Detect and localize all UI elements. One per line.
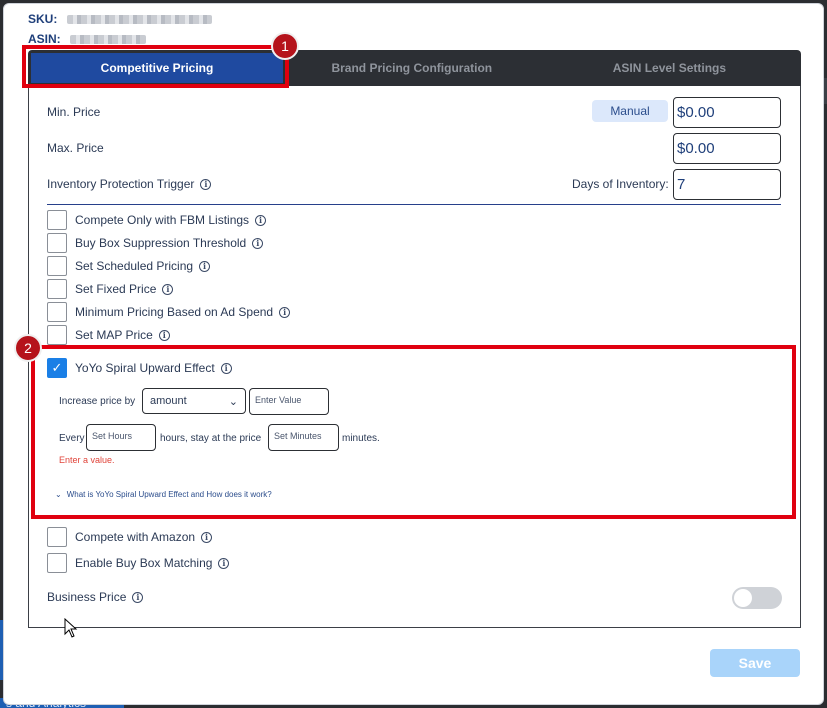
toggle-knob — [734, 589, 752, 607]
min-price-input[interactable]: $0.00 — [673, 97, 781, 128]
asin-row: ASIN: — [28, 32, 147, 46]
days-of-inventory-text: Days of Inventory: — [572, 177, 669, 191]
option-compete-fbm[interactable]: Compete Only with FBM Listings i — [47, 210, 267, 230]
info-icon[interactable]: i — [255, 214, 267, 226]
checkbox[interactable] — [47, 527, 67, 547]
option-label: Buy Box Suppression Threshold — [75, 236, 247, 250]
min-price-label: Min. Price — [47, 105, 100, 119]
option-label: Set MAP Price — [75, 328, 153, 342]
mouse-cursor-icon — [64, 618, 78, 638]
option-label: Enable Buy Box Matching — [75, 556, 213, 570]
tab-brand-pricing-configuration[interactable]: Brand Pricing Configuration — [283, 50, 541, 86]
annotation-badge-1: 1 — [271, 32, 299, 60]
max-price-input[interactable]: $0.00 — [673, 133, 781, 164]
option-label: Set Scheduled Pricing — [75, 259, 194, 273]
info-icon[interactable]: i — [218, 557, 230, 569]
info-icon[interactable]: i — [162, 283, 174, 295]
checkbox[interactable] — [47, 325, 67, 345]
max-price-label: Max. Price — [47, 141, 104, 155]
option-label: Compete Only with FBM Listings — [75, 213, 250, 227]
option-label: Set Fixed Price — [75, 282, 157, 296]
save-button[interactable]: Save — [710, 649, 800, 677]
checkbox[interactable] — [47, 233, 67, 253]
option-fixed-price[interactable]: Set Fixed Price i — [47, 279, 174, 299]
checkbox[interactable] — [47, 256, 67, 276]
info-icon[interactable]: i — [279, 306, 291, 318]
asin-value-redacted — [70, 35, 147, 45]
option-buy-box-matching[interactable]: Enable Buy Box Matching i — [47, 553, 230, 573]
sku-row: SKU: — [28, 12, 212, 26]
sku-value-redacted — [66, 15, 212, 25]
inventory-protection-label: Inventory Protection Trigger i — [47, 177, 212, 191]
inventory-protection-text: Inventory Protection Trigger — [47, 177, 195, 191]
option-map-price[interactable]: Set MAP Price i — [47, 325, 170, 345]
info-icon[interactable]: i — [201, 531, 213, 543]
manual-button[interactable]: Manual — [592, 100, 668, 122]
info-icon[interactable]: i — [158, 329, 170, 341]
option-label: Minimum Pricing Based on Ad Spend — [75, 305, 274, 319]
business-price-label: Business Price i — [47, 590, 144, 604]
business-price-toggle[interactable] — [732, 587, 782, 609]
option-scheduled-pricing[interactable]: Set Scheduled Pricing i — [47, 256, 211, 276]
checkbox[interactable] — [47, 553, 67, 573]
info-icon[interactable]: i — [200, 178, 212, 190]
checkbox[interactable] — [47, 279, 67, 299]
info-icon[interactable]: i — [252, 237, 264, 249]
days-of-inventory-input[interactable]: 7 — [673, 169, 781, 200]
option-buy-box-suppression[interactable]: Buy Box Suppression Threshold i — [47, 233, 264, 253]
annotation-highlight-2 — [31, 345, 796, 519]
section-divider — [47, 204, 781, 205]
max-price-text: Max. Price — [47, 141, 104, 155]
asin-label: ASIN: — [28, 32, 61, 46]
min-price-text: Min. Price — [47, 105, 101, 119]
tab-asin-level-settings[interactable]: ASIN Level Settings — [541, 50, 799, 86]
annotation-badge-2: 2 — [14, 334, 42, 362]
checkbox[interactable] — [47, 302, 67, 322]
business-price-text: Business Price — [47, 590, 127, 604]
option-label: Compete with Amazon — [75, 530, 196, 544]
option-ad-spend-pricing[interactable]: Minimum Pricing Based on Ad Spend i — [47, 302, 291, 322]
info-icon[interactable]: i — [199, 260, 211, 272]
info-icon[interactable]: i — [132, 591, 144, 603]
checkbox[interactable] — [47, 210, 67, 230]
days-of-inventory-label: Days of Inventory: — [572, 177, 669, 191]
option-compete-amazon[interactable]: Compete with Amazon i — [47, 527, 213, 547]
annotation-highlight-1 — [22, 45, 289, 88]
sku-label: SKU: — [28, 12, 58, 26]
